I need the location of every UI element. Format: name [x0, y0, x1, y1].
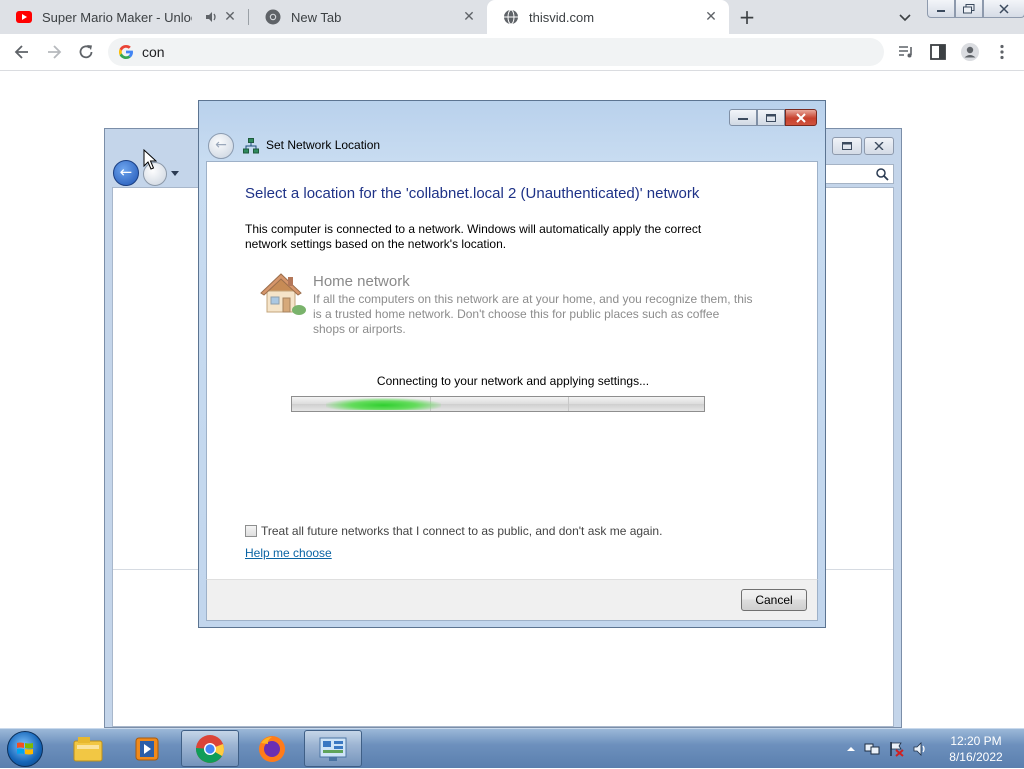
google-icon: [119, 45, 133, 59]
media-player-icon: [135, 737, 159, 760]
browser-window-controls: [927, 0, 1024, 18]
home-network-description: If all the computers on this network are…: [313, 292, 753, 336]
minimize-icon: [738, 117, 748, 120]
home-network-option: Home network: [313, 273, 410, 290]
cancel-button[interactable]: Cancel: [741, 589, 807, 611]
clock-date: 8/16/2022: [949, 750, 1003, 764]
windows-logo-icon: [17, 742, 33, 755]
checkbox-label[interactable]: Treat all future networks that I connect…: [261, 524, 662, 538]
search-icon: [876, 168, 889, 181]
search-box[interactable]: [820, 164, 894, 184]
tab-title: New Tab: [291, 9, 342, 25]
address-bar[interactable]: [108, 38, 884, 66]
minimize-button[interactable]: [729, 109, 757, 126]
back-button[interactable]: ←: [113, 160, 139, 186]
tab-super-mario-maker[interactable]: Super Mario Maker - Unlock ✕: [0, 0, 248, 34]
status-text: Connecting to your network and applying …: [376, 374, 650, 388]
action-center-flag-icon[interactable]: [888, 741, 904, 757]
globe-icon: [504, 9, 518, 25]
chevron-down-icon[interactable]: [896, 8, 914, 26]
restore-icon: [842, 142, 852, 150]
maximize-icon: [766, 113, 776, 122]
close-tab-icon[interactable]: ✕: [222, 9, 238, 25]
main-instruction: Select a location for the 'collabnet.loc…: [245, 185, 700, 202]
maximize-button[interactable]: [757, 109, 785, 126]
forward-arrow-icon[interactable]: [44, 42, 64, 62]
taskbar-firefox[interactable]: [243, 730, 301, 767]
menu-dots-icon[interactable]: [992, 42, 1012, 62]
firefox-icon: [259, 735, 285, 762]
tab-title: thisvid.com: [529, 9, 595, 25]
progress-fill: [326, 398, 441, 410]
minimize-icon: [937, 9, 945, 12]
tab-new-tab[interactable]: New Tab ✕: [249, 0, 487, 34]
close-tab-icon[interactable]: ✕: [461, 9, 477, 25]
close-icon: [874, 142, 884, 150]
reload-icon[interactable]: [76, 42, 96, 62]
close-tab-icon[interactable]: ✕: [703, 9, 719, 25]
browser-toolbar: [0, 34, 1024, 71]
system-clock[interactable]: 12:20 PM 8/16/2022: [936, 733, 1016, 765]
explorer-window-controls: [832, 137, 894, 155]
dialog-title: Set Network Location: [266, 138, 381, 152]
network-tray-icon[interactable]: [864, 741, 880, 757]
close-window-button[interactable]: [864, 137, 894, 155]
taskbar-chrome[interactable]: [181, 730, 239, 767]
dialog-footer: Cancel: [206, 579, 818, 621]
tab-thisvid[interactable]: thisvid.com ✕: [487, 0, 729, 34]
control-panel-icon: [319, 737, 347, 761]
clock-time: 12:20 PM: [950, 734, 1002, 748]
taskbar-file-explorer[interactable]: [59, 730, 117, 767]
tab-title: Super Mario Maker - Unlock: [42, 9, 192, 25]
close-icon: [999, 3, 1009, 14]
close-window-button[interactable]: [983, 0, 1024, 18]
set-network-location-dialog: ← Set Network Location Select a location…: [198, 100, 826, 628]
profile-avatar-icon[interactable]: [960, 42, 980, 62]
address-input[interactable]: [142, 41, 862, 63]
recent-pages-chevron-icon[interactable]: [171, 171, 179, 176]
chrome-icon: [195, 734, 224, 763]
new-tab-plus-icon[interactable]: +: [736, 6, 758, 28]
volume-icon[interactable]: [912, 741, 928, 757]
restore-button[interactable]: [832, 137, 862, 155]
speaker-icon[interactable]: [204, 10, 218, 24]
close-icon: [796, 112, 806, 123]
network-icon: [243, 138, 259, 154]
restore-button[interactable]: [955, 0, 983, 18]
back-button[interactable]: ←: [208, 133, 234, 159]
help-me-choose-link[interactable]: Help me choose: [245, 546, 332, 560]
taskbar-control-panel[interactable]: [304, 730, 362, 767]
show-hidden-icons-icon[interactable]: [846, 744, 856, 754]
public-networks-checkbox[interactable]: [245, 525, 257, 537]
description-text: This computer is connected to a network.…: [245, 222, 702, 251]
taskbar: 12:20 PM 8/16/2022: [0, 728, 1024, 768]
progress-segment: [568, 397, 569, 411]
dialog-window-controls: [729, 109, 817, 126]
taskbar-media-player[interactable]: [118, 730, 176, 767]
public-networks-checkbox-row[interactable]: Treat all future networks that I connect…: [245, 524, 662, 538]
progress-bar: [291, 396, 705, 412]
restore-icon: [963, 3, 975, 13]
media-controls-icon[interactable]: [896, 42, 916, 62]
start-button[interactable]: [7, 731, 43, 767]
back-arrow-icon[interactable]: [12, 42, 32, 62]
side-panel-icon[interactable]: [928, 42, 948, 62]
system-tray: [846, 741, 928, 757]
chrome-icon: [265, 9, 281, 25]
tab-strip: Super Mario Maker - Unlock ✕ New Tab ✕ t…: [0, 0, 1024, 34]
close-dialog-button[interactable]: [785, 109, 817, 126]
mouse-cursor-icon: [143, 149, 157, 170]
file-explorer-icon: [73, 736, 103, 761]
dialog-content: Select a location for the 'collabnet.loc…: [206, 161, 818, 579]
minimize-button[interactable]: [927, 0, 955, 18]
house-icon: [260, 273, 306, 315]
youtube-icon: [16, 11, 32, 23]
